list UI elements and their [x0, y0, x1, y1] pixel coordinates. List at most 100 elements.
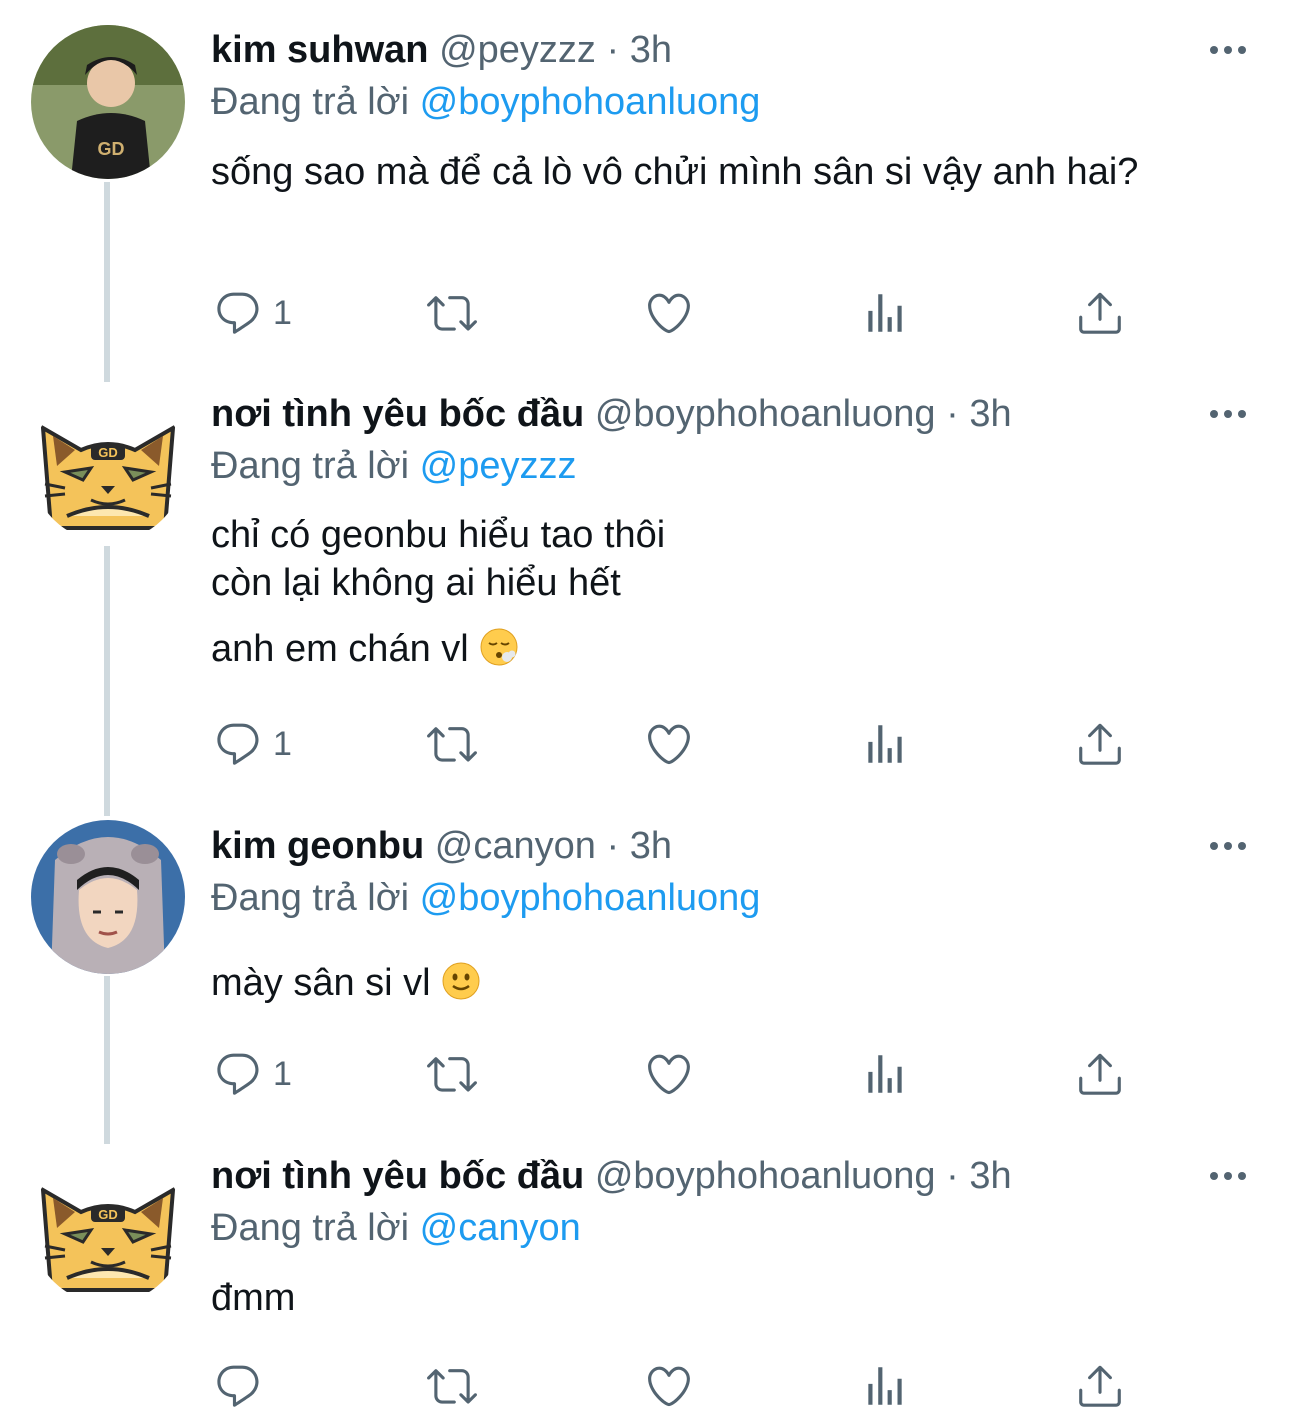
tweet-text: đmm: [211, 1272, 1211, 1324]
separator-dot: ·: [946, 1155, 959, 1197]
replying-to: Đang trả lời @canyon: [211, 1203, 581, 1253]
analytics-button[interactable]: [860, 1044, 910, 1104]
retweet-icon: [427, 1049, 477, 1099]
reply-button[interactable]: 1: [213, 714, 292, 774]
like-icon: [644, 719, 694, 769]
tweet-line-text: mày sân si vl: [211, 962, 431, 1004]
analytics-icon: [860, 1361, 910, 1411]
action-bar: [0, 1356, 1290, 1416]
separator-dot: ·: [606, 29, 620, 71]
action-bar: 1: [0, 283, 1290, 343]
mention-link[interactable]: @boyphohoanluong: [420, 81, 761, 123]
mention-link[interactable]: @boyphohoanluong: [420, 877, 761, 919]
retweet-icon: [427, 288, 477, 338]
svg-text:GD: GD: [98, 139, 125, 159]
replying-prefix: Đang trả lời: [211, 81, 410, 123]
share-icon: [1075, 1049, 1125, 1099]
avatar[interactable]: [31, 388, 185, 542]
reply-count: 1: [273, 1054, 292, 1093]
user-handle[interactable]: @peyzzz: [439, 29, 596, 71]
exhaling-face-icon: [480, 628, 518, 666]
share-button[interactable]: [1075, 1356, 1125, 1416]
analytics-button[interactable]: [860, 283, 910, 343]
tweet-line: sống sao mà để cả lò vô chửi mình sân si…: [211, 151, 1139, 193]
retweet-button[interactable]: [427, 714, 477, 774]
action-bar: 1: [0, 714, 1290, 774]
like-icon: [644, 288, 694, 338]
player-hood-photo-icon: [31, 820, 185, 974]
user-handle[interactable]: @canyon: [435, 825, 596, 867]
action-bar: 1: [0, 1044, 1290, 1104]
tiger-mascot-icon: [31, 388, 185, 542]
avatar[interactable]: [31, 820, 185, 974]
user-handle[interactable]: @boyphohoanluong: [595, 1155, 936, 1197]
timestamp[interactable]: 3h: [630, 29, 672, 71]
display-name[interactable]: kim geonbu: [211, 825, 424, 867]
replying-to: Đang trả lời @boyphohoanluong: [211, 873, 760, 923]
replying-prefix: Đang trả lời: [211, 877, 410, 919]
analytics-button[interactable]: [860, 1356, 910, 1416]
more-icon[interactable]: [1206, 1166, 1250, 1186]
like-button[interactable]: [644, 1356, 694, 1416]
tweet-header: nơi tình yêu bốc đầu @boyphohoanluong · …: [211, 1151, 1012, 1201]
avatar[interactable]: [31, 1150, 185, 1304]
separator-dot: ·: [606, 825, 620, 867]
analytics-icon: [860, 288, 910, 338]
retweet-button[interactable]: [427, 283, 477, 343]
more-icon[interactable]: [1206, 40, 1250, 60]
share-icon: [1075, 719, 1125, 769]
like-button[interactable]: [644, 714, 694, 774]
mention-link[interactable]: @canyon: [420, 1207, 581, 1249]
share-icon: [1075, 1361, 1125, 1411]
more-icon[interactable]: [1206, 836, 1250, 856]
retweet-icon: [427, 719, 477, 769]
like-icon: [644, 1361, 694, 1411]
tweet-line-text: anh em chán vl: [211, 628, 469, 670]
timestamp[interactable]: 3h: [630, 825, 672, 867]
tweet-header: kim geonbu @canyon · 3h: [211, 821, 672, 871]
player-photo-icon: GD: [31, 25, 185, 179]
share-button[interactable]: [1075, 714, 1125, 774]
separator-dot: ·: [946, 393, 959, 435]
display-name[interactable]: kim suhwan: [211, 29, 429, 71]
analytics-icon: [860, 719, 910, 769]
more-icon[interactable]: [1206, 404, 1250, 424]
reply-button[interactable]: 1: [213, 1044, 292, 1104]
share-button[interactable]: [1075, 283, 1125, 343]
retweet-icon: [427, 1361, 477, 1411]
tweet-text: sống sao mà để cả lò vô chửi mình sân si…: [211, 146, 1201, 198]
tweet-text: chỉ có geonbu hiểu tao thôi còn lại khôn…: [211, 509, 1211, 675]
retweet-button[interactable]: [427, 1356, 477, 1416]
share-icon: [1075, 288, 1125, 338]
retweet-button[interactable]: [427, 1044, 477, 1104]
timestamp[interactable]: 3h: [969, 1155, 1011, 1197]
like-button[interactable]: [644, 283, 694, 343]
tweet-line: anh em chán vl: [211, 623, 1211, 675]
tiger-mascot-icon: [31, 1150, 185, 1304]
share-button[interactable]: [1075, 1044, 1125, 1104]
tweet-line: đmm: [211, 1277, 296, 1319]
replying-to: Đang trả lời @peyzzz: [211, 441, 577, 491]
tweet-line: mày sân si vl: [211, 957, 1211, 1009]
reply-count: 1: [273, 724, 292, 763]
tweet-header: nơi tình yêu bốc đầu @boyphohoanluong · …: [211, 389, 1012, 439]
reply-icon: [213, 1361, 263, 1411]
reply-icon: [213, 288, 263, 338]
like-icon: [644, 1049, 694, 1099]
mention-link[interactable]: @peyzzz: [420, 445, 577, 487]
replying-prefix: Đang trả lời: [211, 1207, 410, 1249]
tweet-line: chỉ có geonbu hiểu tao thôi: [211, 514, 666, 556]
avatar[interactable]: GD: [31, 25, 185, 179]
display-name[interactable]: nơi tình yêu bốc đầu: [211, 393, 584, 435]
like-button[interactable]: [644, 1044, 694, 1104]
display-name[interactable]: nơi tình yêu bốc đầu: [211, 1155, 584, 1197]
tweet-line: còn lại không ai hiểu hết: [211, 562, 621, 604]
tweet-header: kim suhwan @peyzzz · 3h: [211, 25, 672, 75]
replying-prefix: Đang trả lời: [211, 445, 410, 487]
timestamp[interactable]: 3h: [969, 393, 1011, 435]
replying-to: Đang trả lời @boyphohoanluong: [211, 77, 760, 127]
user-handle[interactable]: @boyphohoanluong: [595, 393, 936, 435]
reply-button[interactable]: 1: [213, 283, 292, 343]
reply-button[interactable]: [213, 1356, 273, 1416]
analytics-button[interactable]: [860, 714, 910, 774]
